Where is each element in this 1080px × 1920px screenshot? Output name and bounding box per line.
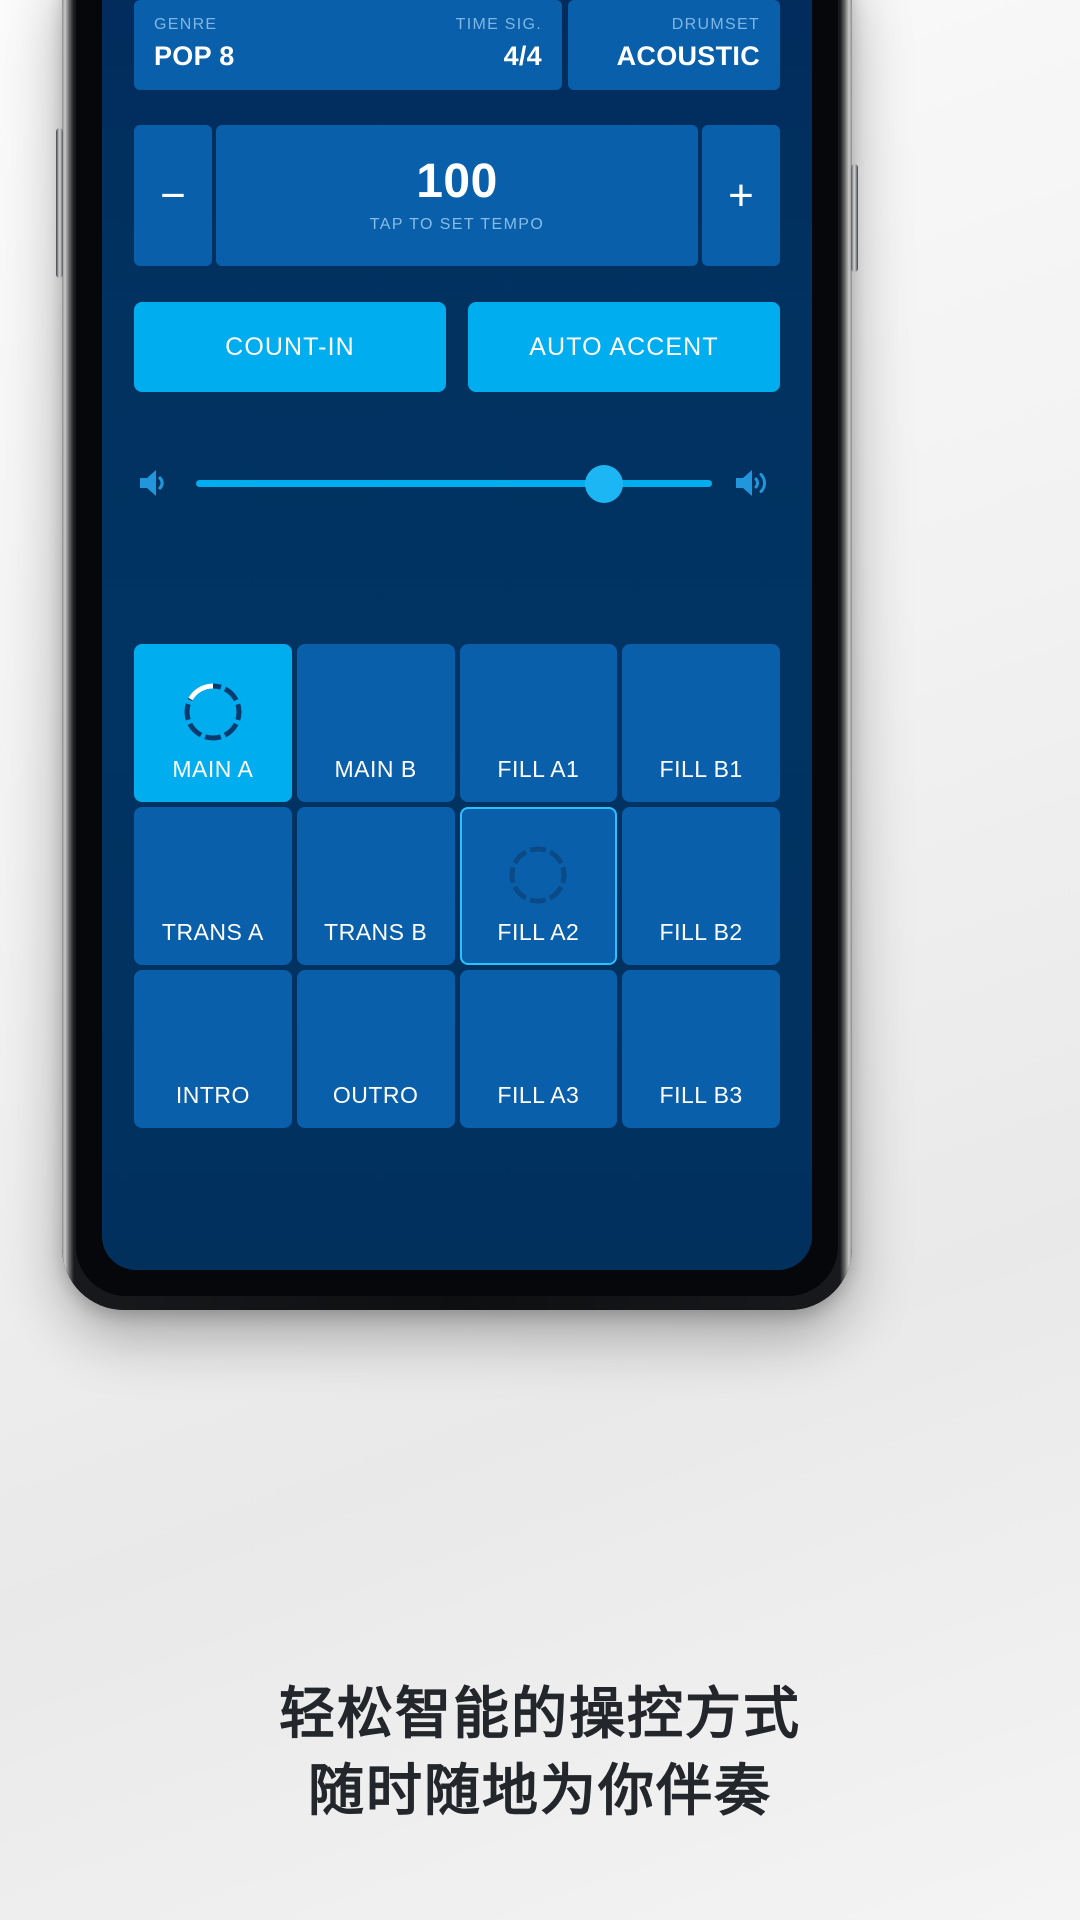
pattern-pad-outro[interactable]: OUTRO xyxy=(296,970,455,1128)
tempo-tap-area[interactable]: 100 TAP TO SET TEMPO xyxy=(216,125,698,266)
pattern-pad-label: FILL A3 xyxy=(497,1082,580,1108)
time-signature-field[interactable]: TIME SIG. 4/4 xyxy=(456,16,542,72)
pattern-pad-label: MAIN B xyxy=(334,756,417,782)
pattern-pad-grid: MAIN A MAIN B FILL A1 FILL B1 TRANS A TRANS B… xyxy=(134,644,780,1128)
pattern-pad-fill-b3[interactable]: FILL B3 xyxy=(622,970,780,1128)
pattern-pad-trans-a[interactable]: TRANS A xyxy=(134,807,292,965)
volume-slider-track[interactable] xyxy=(196,480,712,487)
toggle-row: COUNT-IN AUTO ACCENT xyxy=(134,302,780,392)
genre-timesig-card[interactable]: GENRE POP 8 TIME SIG. 4/4 xyxy=(134,0,562,90)
drumset-label: DRUMSET xyxy=(671,16,760,33)
volume-slider-thumb[interactable] xyxy=(584,465,623,503)
tempo-decrease-button[interactable]: − xyxy=(134,125,212,266)
pattern-pad-label: FILL B1 xyxy=(659,756,743,782)
caption-line-2: 随时随地为你伴奏 xyxy=(308,1759,772,1825)
pattern-pad-fill-b2[interactable]: FILL B2 xyxy=(622,807,780,965)
pattern-pad-label: TRANS B xyxy=(324,919,428,945)
phone-device-frame: GENRE POP 8 TIME SIG. 4/4 DRUMSET ACOUST… xyxy=(56,0,858,1310)
pattern-pad-fill-a2[interactable]: FILL A2 xyxy=(459,807,618,965)
power-hardware-button[interactable] xyxy=(851,164,858,272)
tempo-hint-label: TAP TO SET TEMPO xyxy=(369,216,545,234)
pattern-pad-fill-a3[interactable]: FILL A3 xyxy=(459,970,618,1128)
pattern-pad-label: FILL B3 xyxy=(659,1082,743,1108)
tempo-bar: − 100 TAP TO SET TEMPO + xyxy=(134,125,780,266)
pattern-pad-intro[interactable]: INTRO xyxy=(134,970,292,1128)
volume-rocker-hardware-button[interactable] xyxy=(56,128,63,278)
volume-row xyxy=(134,458,780,508)
pattern-pad-main-a[interactable]: MAIN A xyxy=(134,644,292,802)
genre-label: GENRE xyxy=(154,16,218,33)
pattern-pad-label: FILL A1 xyxy=(497,756,580,782)
pattern-pad-fill-b1[interactable]: FILL B1 xyxy=(622,644,780,802)
marketing-caption: 轻松智能的操控方式 随时随地为你伴奏 xyxy=(0,1676,1080,1831)
pattern-queued-ring-icon xyxy=(509,846,567,904)
auto-accent-button[interactable]: AUTO ACCENT xyxy=(468,302,780,392)
pattern-pad-trans-b[interactable]: TRANS B xyxy=(296,807,455,965)
count-in-button[interactable]: COUNT-IN xyxy=(134,302,446,392)
caption-line-1: 轻松智能的操控方式 xyxy=(279,1682,801,1747)
pattern-progress-ring-icon xyxy=(184,683,242,741)
tempo-increase-button[interactable]: + xyxy=(702,125,780,266)
pattern-pad-label: FILL A2 xyxy=(497,919,580,945)
pattern-pad-label: INTRO xyxy=(175,1082,250,1108)
speaker-low-icon[interactable] xyxy=(138,467,174,499)
drumset-field[interactable]: DRUMSET ACOUSTIC xyxy=(588,16,760,72)
genre-field[interactable]: GENRE POP 8 xyxy=(154,16,235,72)
pattern-pad-label: TRANS A xyxy=(161,919,264,945)
info-bar: GENRE POP 8 TIME SIG. 4/4 DRUMSET ACOUST… xyxy=(134,0,780,90)
genre-value: POP 8 xyxy=(154,41,235,71)
phone-screen: GENRE POP 8 TIME SIG. 4/4 DRUMSET ACOUST… xyxy=(102,0,812,1270)
pattern-pad-label: OUTRO xyxy=(332,1082,419,1108)
time-signature-value: 4/4 xyxy=(503,41,542,71)
phone-bezel: GENRE POP 8 TIME SIG. 4/4 DRUMSET ACOUST… xyxy=(76,0,838,1296)
pattern-pad-fill-a1[interactable]: FILL A1 xyxy=(459,644,618,802)
drumset-value: ACOUSTIC xyxy=(616,41,760,71)
pattern-pad-label: MAIN A xyxy=(172,756,254,782)
speaker-high-icon[interactable] xyxy=(734,467,776,499)
drumset-card[interactable]: DRUMSET ACOUSTIC xyxy=(568,0,780,90)
time-signature-label: TIME SIG. xyxy=(455,16,542,33)
tempo-value: 100 xyxy=(416,154,498,208)
pattern-pad-label: FILL B2 xyxy=(659,919,743,945)
pattern-pad-main-b[interactable]: MAIN B xyxy=(296,644,455,802)
volume-slider[interactable] xyxy=(196,463,712,503)
